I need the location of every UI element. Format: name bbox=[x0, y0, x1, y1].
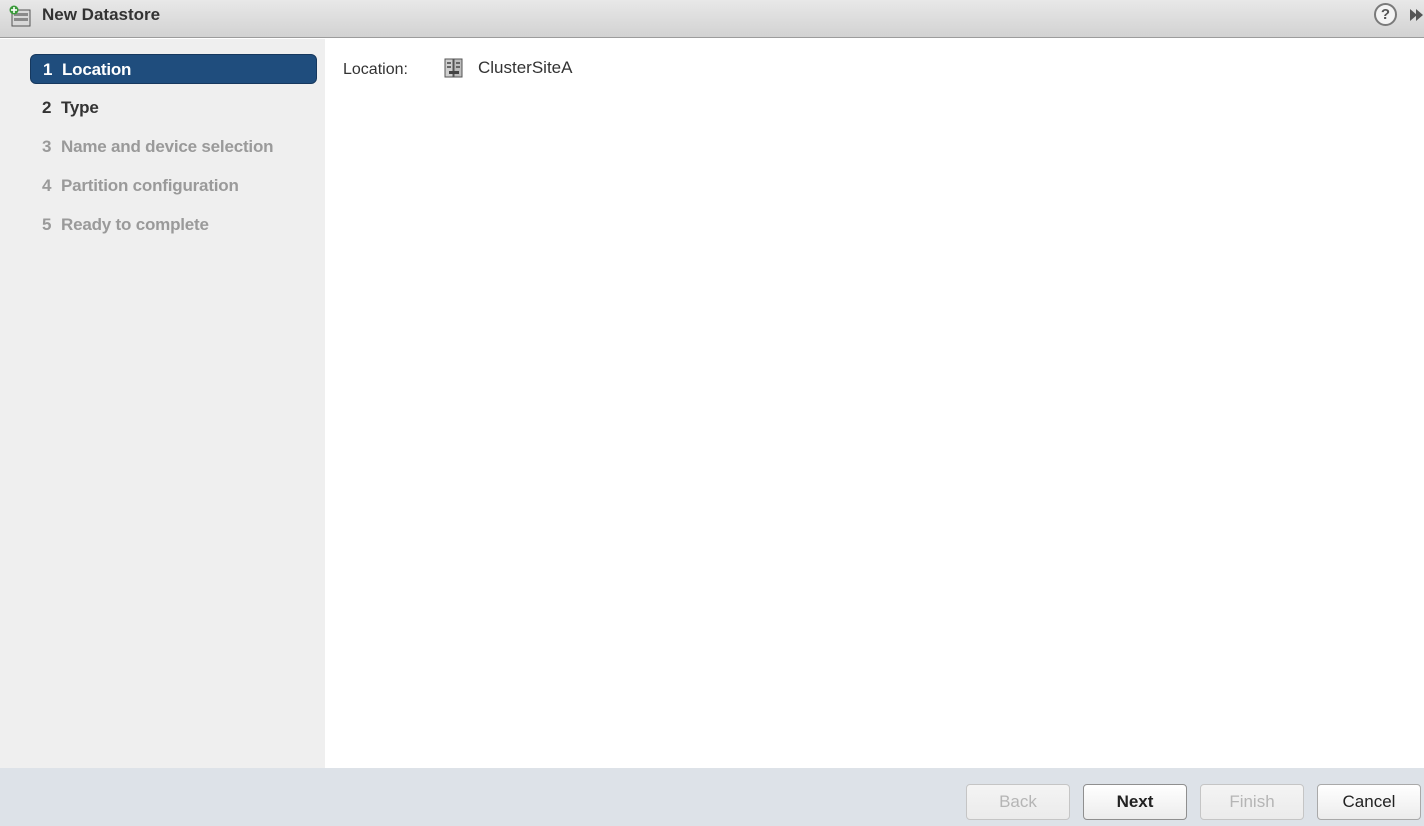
step-location[interactable]: 1 Location bbox=[30, 54, 317, 84]
step-label: Location bbox=[62, 60, 132, 79]
location-value: ClusterSiteA bbox=[478, 58, 573, 77]
step-label: Ready to complete bbox=[61, 215, 209, 234]
step-label: Name and device selection bbox=[61, 137, 274, 156]
step-label: Partition configuration bbox=[61, 176, 239, 195]
location-label: Location: bbox=[343, 61, 408, 78]
step-number: 5 bbox=[42, 215, 52, 234]
help-icon[interactable]: ? bbox=[1374, 3, 1397, 26]
step-number: 4 bbox=[42, 176, 52, 195]
cluster-icon bbox=[444, 58, 463, 78]
dialog-title-bar: New Datastore ? bbox=[0, 0, 1424, 38]
expand-arrow-icon[interactable] bbox=[1408, 6, 1424, 24]
step-partition-configuration: 4 Partition configuration bbox=[30, 171, 317, 201]
wizard-content: Location: ClusterSiteA bbox=[325, 39, 1424, 768]
step-ready-to-complete: 5 Ready to complete bbox=[30, 210, 317, 240]
cancel-button[interactable]: Cancel bbox=[1317, 784, 1421, 820]
wizard-footer: Back Next Finish Cancel bbox=[0, 768, 1424, 826]
step-number: 2 bbox=[42, 98, 52, 117]
wizard-step-list: 1 Location 2 Type 3 Name and device selecti… bbox=[0, 39, 325, 768]
dialog-title: New Datastore bbox=[42, 5, 161, 24]
step-number: 1 bbox=[43, 60, 53, 79]
step-type[interactable]: 2 Type bbox=[30, 93, 317, 123]
new-datastore-icon bbox=[9, 5, 31, 27]
step-label: Type bbox=[61, 98, 99, 117]
step-number: 3 bbox=[42, 137, 52, 156]
back-button[interactable]: Back bbox=[966, 784, 1070, 820]
step-name-and-device-selection: 3 Name and device selection bbox=[30, 132, 317, 162]
next-button[interactable]: Next bbox=[1083, 784, 1187, 820]
finish-button[interactable]: Finish bbox=[1200, 784, 1304, 820]
